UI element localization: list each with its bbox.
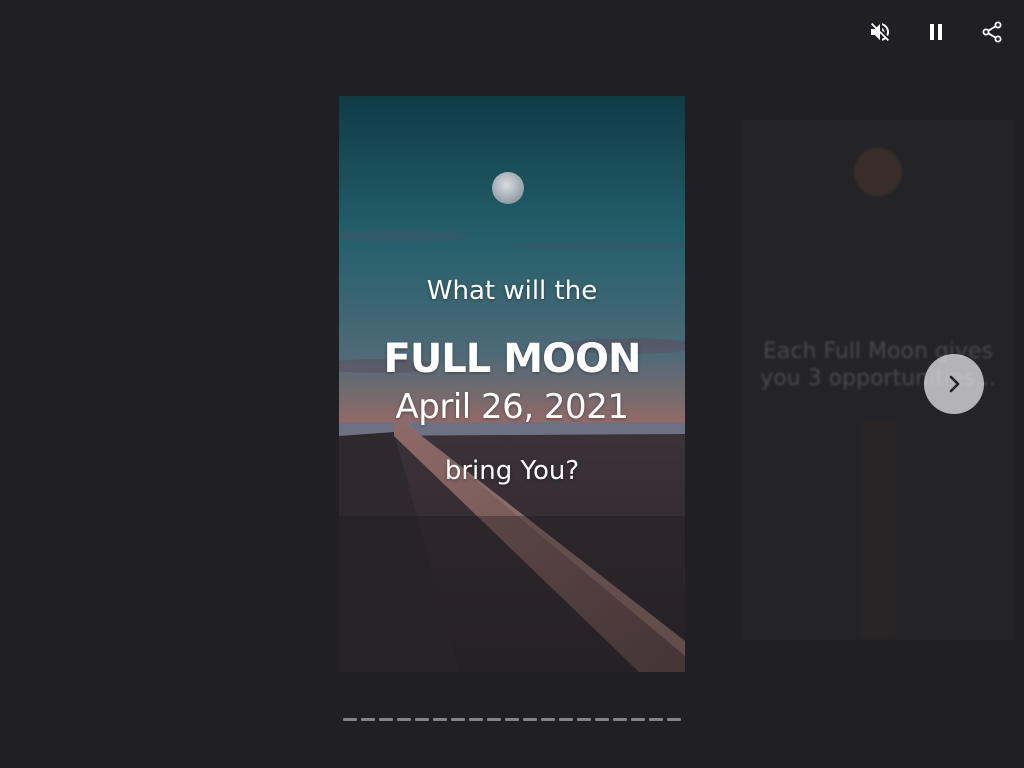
- story-headline: FULL MOON: [383, 336, 642, 382]
- progress-segment: [469, 718, 483, 721]
- progress-segment: [523, 718, 537, 721]
- progress-segment: [451, 718, 465, 721]
- story-progress-bar: [343, 718, 681, 722]
- progress-segment: [667, 718, 681, 721]
- progress-segment: [649, 718, 663, 721]
- share-icon: [982, 21, 1002, 43]
- pause-icon: [930, 24, 942, 40]
- beach-moon-photo: [339, 96, 685, 672]
- share-button[interactable]: [976, 16, 1008, 48]
- volume-muted-icon: [871, 23, 889, 41]
- story-viewer: What will the FULL MOON April 26, 2021 b…: [0, 0, 1024, 768]
- progress-segment: [595, 718, 609, 721]
- story-card[interactable]: What will the FULL MOON April 26, 2021 b…: [339, 96, 685, 672]
- progress-segment: [343, 718, 357, 721]
- pause-button[interactable]: [920, 16, 952, 48]
- chevron-right-icon: [949, 375, 960, 393]
- progress-segment: [487, 718, 501, 721]
- mute-button[interactable]: [864, 16, 896, 48]
- progress-segment: [415, 718, 429, 721]
- story-text-line-1: What will the: [426, 276, 598, 306]
- progress-segment: [379, 718, 393, 721]
- story-date: April 26, 2021: [395, 387, 629, 427]
- progress-segment: [613, 718, 627, 721]
- progress-segment: [397, 718, 411, 721]
- progress-segment: [559, 718, 573, 721]
- progress-segment: [361, 718, 375, 721]
- progress-segment: [541, 718, 555, 721]
- story-text-line-4: bring You?: [444, 456, 580, 486]
- progress-segment: [433, 718, 447, 721]
- progress-segment: [631, 718, 645, 721]
- progress-segment: [505, 718, 519, 721]
- next-story-button[interactable]: [924, 354, 984, 414]
- progress-segment: [577, 718, 591, 721]
